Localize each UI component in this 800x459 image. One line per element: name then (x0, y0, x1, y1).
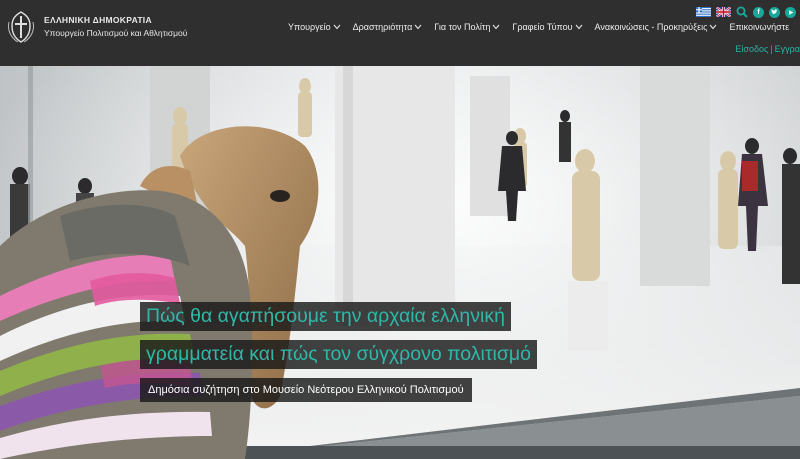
nav-item-contact[interactable]: Επικοινωνήστε (729, 22, 789, 32)
hero-banner[interactable]: Πώς θα αγαπήσουμε την αρχαία ελληνική γρ… (0, 66, 800, 459)
twitter-icon[interactable] (769, 6, 780, 18)
site-header: ΕΛΛΗΝΙΚΗ ΔΗΜΟΚΡΑΤΙΑ Υπουργείο Πολιτισμού… (0, 0, 800, 66)
coat-of-arms-icon (6, 10, 36, 44)
brand-title: ΕΛΛΗΝΙΚΗ ΔΗΜΟΚΡΑΤΙΑ (44, 15, 152, 25)
auth-separator: | (770, 44, 773, 54)
nav-item-label: Επικοινωνήστε (729, 22, 790, 32)
nav-item-activity[interactable]: Δραστηριότητα (353, 22, 423, 32)
login-link[interactable]: Είσοδος (735, 44, 768, 54)
uk-flag-icon[interactable] (716, 7, 731, 17)
nav-item-label: Δραστηριότητα (352, 22, 413, 32)
hero-headline-line-2[interactable]: γραμματεία και πώς τον σύγχρονο πολιτισμ… (140, 340, 537, 369)
nav-item-label: Για τον Πολίτη (434, 22, 491, 32)
nav-item-press[interactable]: Γραφείο Τύπου (512, 22, 582, 32)
nav-item-ministry[interactable]: Υπουργείο (288, 22, 341, 32)
main-nav: Υπουργείο Δραστηριότητα Για τον Πολίτη Γ… (288, 22, 800, 32)
brand-subtitle: Υπουργείο Πολιτισμού και Αθλητισμού (44, 28, 188, 38)
nav-item-label: Υπουργείο (288, 22, 331, 32)
chevron-down-icon (709, 24, 717, 30)
hero-subheadline[interactable]: Δημόσια συζήτηση στο Μουσείο Νεότερου Ελ… (140, 378, 472, 402)
search-icon[interactable] (736, 6, 748, 18)
nav-item-label: Ανακοινώσεις - Προκηρύξεις (594, 22, 708, 32)
chevron-down-icon (492, 24, 500, 30)
chevron-down-icon (575, 24, 582, 30)
hero-headline-line-1[interactable]: Πώς θα αγαπήσουμε την αρχαία ελληνική (140, 302, 511, 331)
top-icon-bar: f (696, 6, 796, 18)
nav-item-citizen[interactable]: Για τον Πολίτη (434, 22, 500, 32)
nav-item-label: Γραφείο Τύπου (512, 22, 573, 32)
chevron-down-icon (414, 24, 422, 30)
greek-flag-icon[interactable] (696, 7, 711, 17)
chevron-down-icon (333, 24, 341, 30)
facebook-icon[interactable]: f (753, 6, 764, 18)
register-link[interactable]: Εγγρα (775, 44, 800, 54)
nav-item-announcements[interactable]: Ανακοινώσεις - Προκηρύξεις (595, 22, 718, 32)
brand-logo-link[interactable]: ΕΛΛΗΝΙΚΗ ΔΗΜΟΚΡΑΤΙΑ Υπουργείο Πολιτισμού… (6, 10, 187, 44)
youtube-icon[interactable] (785, 6, 796, 18)
auth-links: Είσοδος | Εγγρα (735, 44, 800, 54)
